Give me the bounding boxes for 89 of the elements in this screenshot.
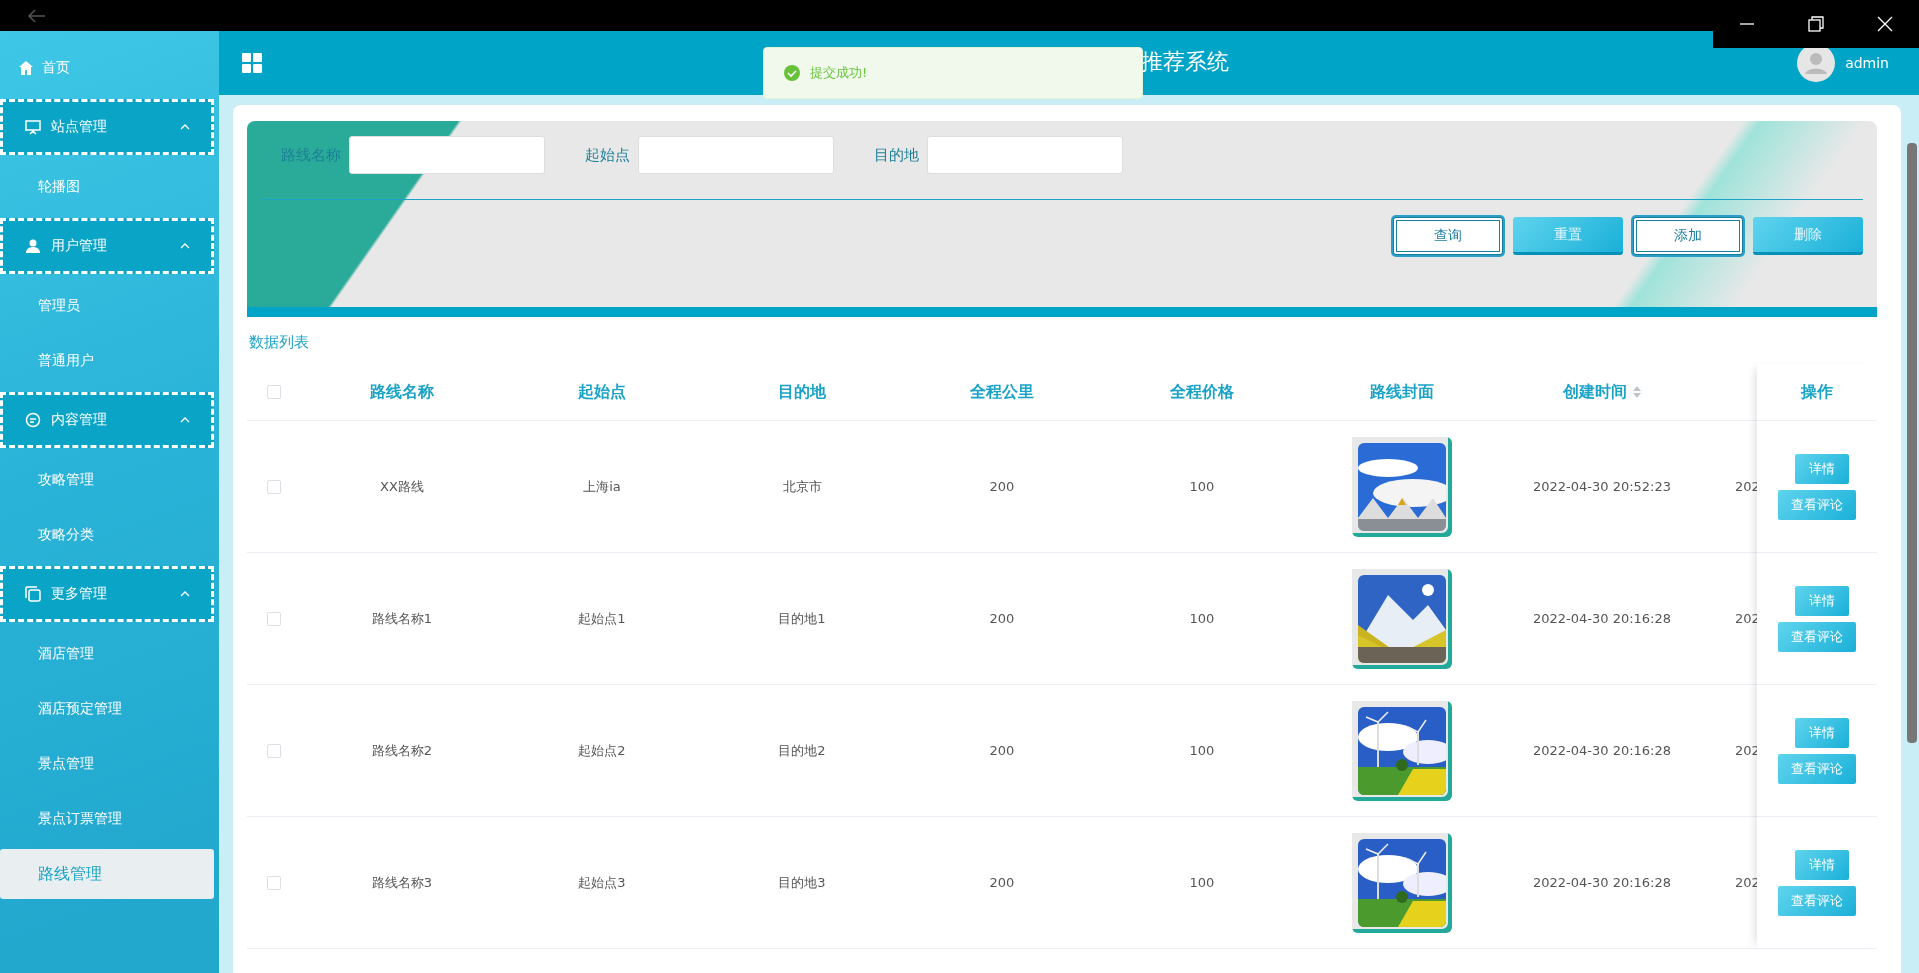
column-header[interactable]: 路线名称 — [370, 381, 434, 403]
menu-group[interactable]: 用户管理 — [0, 218, 214, 274]
row-checkbox[interactable] — [267, 479, 281, 494]
action-button[interactable]: 删除 — [1753, 217, 1863, 255]
view-comments-button[interactable]: 查看评论 — [1778, 621, 1856, 652]
caret-icon — [179, 416, 191, 424]
menu-item[interactable]: 酒店管理 — [0, 626, 214, 681]
grid-menu-icon[interactable] — [241, 52, 263, 74]
home-icon — [18, 60, 34, 76]
menu-item[interactable]: 路线管理 — [0, 849, 214, 899]
table-cell: 100 — [1189, 743, 1215, 758]
table-cell: 2022-04-30 20:52:23 — [1532, 479, 1672, 494]
check-circle-icon — [784, 65, 800, 81]
caret-icon — [179, 123, 191, 131]
table-cell: 路线名称3 — [371, 874, 433, 890]
field-label: 起始点 — [585, 145, 630, 165]
table-cell: 路线名称2 — [371, 742, 433, 758]
details-button[interactable]: 详情 — [1795, 585, 1849, 616]
menu-item[interactable]: 景点管理 — [0, 736, 214, 791]
table-cell: 200 — [989, 611, 1015, 626]
caret-icon — [179, 590, 191, 598]
table-cell: 2022-04-30 20:16:28 — [1532, 875, 1672, 890]
table-cell: 2022-04-30 20:16:28 — [1532, 611, 1672, 626]
row-checkbox[interactable] — [267, 875, 281, 890]
column-header[interactable]: 起始点 — [578, 381, 626, 403]
menu-group[interactable]: 内容管理 — [0, 392, 214, 448]
input-field[interactable] — [927, 136, 1123, 174]
copy-icon — [25, 586, 41, 602]
table-cell: 起始点2 — [578, 742, 626, 758]
section-title: 数据列表 — [249, 333, 309, 352]
select-all-checkbox[interactable] — [267, 385, 281, 399]
table-cell: 200 — [989, 743, 1015, 758]
chat-bubble-icon — [25, 412, 41, 428]
table-cell: 目的地1 — [778, 610, 826, 626]
table-cell: 2022-04-30 20:16:28 — [1532, 743, 1672, 758]
details-button[interactable]: 详情 — [1795, 849, 1849, 880]
column-header[interactable]: 目的地 — [778, 381, 826, 403]
menu-group[interactable]: 更多管理 — [0, 566, 214, 622]
view-comments-button[interactable]: 查看评论 — [1778, 489, 1856, 520]
table-cell: 100 — [1189, 875, 1215, 890]
toast-message: 提交成功! — [763, 47, 1143, 99]
table-cell: 100 — [1189, 479, 1215, 494]
user-icon — [25, 238, 41, 254]
menu-item[interactable]: 攻略分类 — [0, 507, 214, 562]
nav-link[interactable]: 首页 — [0, 41, 219, 95]
close-icon[interactable] — [1876, 16, 1893, 32]
menu-item[interactable]: 攻略管理 — [0, 452, 214, 507]
sort-icon[interactable] — [1633, 386, 1641, 398]
details-button[interactable]: 详情 — [1795, 717, 1849, 748]
table-cell: XX路线 — [380, 478, 424, 494]
row-checkbox[interactable] — [267, 743, 281, 758]
table-cell: 200 — [989, 479, 1015, 494]
menu-group[interactable]: 站点管理 — [0, 99, 214, 155]
view-comments-button[interactable]: 查看评论 — [1778, 885, 1856, 916]
table-cell: 200 — [989, 875, 1015, 890]
scrollbar[interactable] — [1907, 143, 1917, 743]
column-header[interactable]: 全程公里 — [970, 381, 1034, 403]
action-button[interactable]: 添加 — [1633, 217, 1743, 255]
input-field[interactable] — [638, 136, 834, 174]
caret-icon — [179, 242, 191, 250]
column-header[interactable]: 路线封面 — [1370, 381, 1434, 403]
details-button[interactable]: 详情 — [1795, 453, 1849, 484]
menu-item[interactable]: 管理员 — [0, 278, 214, 333]
input-field[interactable] — [349, 136, 545, 174]
menu-item[interactable]: 轮播图 — [0, 159, 214, 214]
back-arrow-icon[interactable] — [28, 8, 46, 23]
user-name[interactable]: admin — [1845, 55, 1889, 71]
action-button[interactable]: 重置 — [1513, 217, 1623, 255]
restore-icon[interactable] — [1808, 16, 1824, 32]
column-header[interactable]: 全程价格 — [1170, 381, 1234, 403]
field-label: 目的地 — [874, 145, 919, 165]
menu-item[interactable]: 景点订票管理 — [0, 791, 214, 846]
table-cell: 起始点3 — [578, 874, 626, 890]
column-header[interactable]: 创建时间 — [1563, 381, 1627, 403]
table-cell: 上海ia — [583, 478, 621, 494]
table-cell: 路线名称1 — [371, 610, 433, 626]
table-cell: 目的地3 — [778, 874, 826, 890]
table-cell: 目的地2 — [778, 742, 826, 758]
menu-item[interactable]: 酒店预定管理 — [0, 681, 214, 736]
table-cell: 起始点1 — [578, 610, 626, 626]
action-button[interactable]: 查询 — [1393, 217, 1503, 255]
view-comments-button[interactable]: 查看评论 — [1778, 753, 1856, 784]
app-title: 推荐系统 — [1141, 48, 1229, 76]
presentation-board-icon — [25, 119, 41, 135]
menu-item[interactable]: 普通用户 — [0, 333, 214, 388]
table-cell: 北京市 — [782, 478, 822, 494]
column-header: 操作 — [1757, 364, 1877, 421]
table-cell: 100 — [1189, 611, 1215, 626]
row-checkbox[interactable] — [267, 611, 281, 626]
